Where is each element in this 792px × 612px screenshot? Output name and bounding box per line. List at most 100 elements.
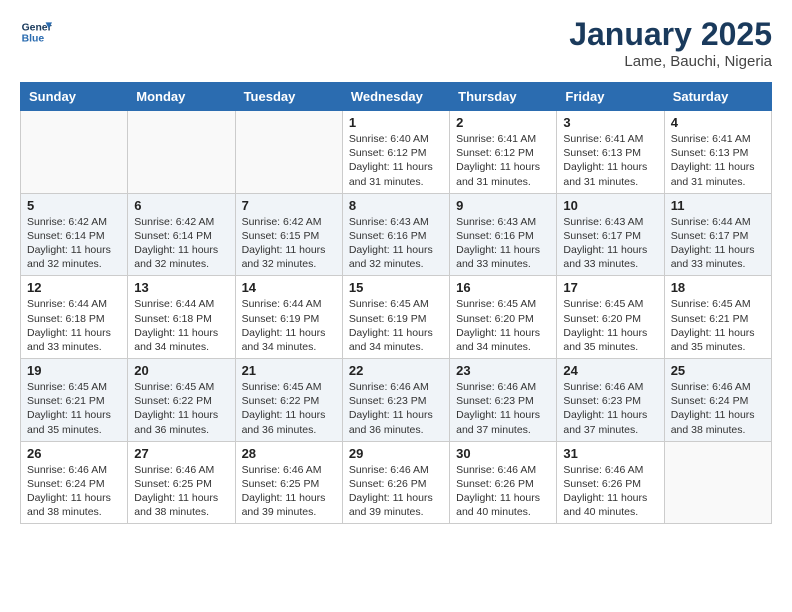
calendar-cell: 15 Sunrise: 6:45 AM Sunset: 6:19 PM Dayli… (342, 276, 449, 359)
day-number: 23 (456, 363, 550, 378)
day-number: 31 (563, 446, 657, 461)
day-info: Sunrise: 6:44 AM Sunset: 6:18 PM Dayligh… (27, 297, 121, 354)
header: General Blue January 2025 Lame, Bauchi, … (20, 16, 772, 70)
day-number: 10 (563, 198, 657, 213)
day-info: Sunrise: 6:45 AM Sunset: 6:22 PM Dayligh… (242, 380, 336, 437)
calendar-cell: 14Sunrise: 6:44 AM Sunset: 6:19 PM Dayli… (235, 276, 342, 359)
day-number: 3 (563, 115, 657, 130)
calendar-cell: 8 Sunrise: 6:43 AM Sunset: 6:16 PM Daylig… (342, 193, 449, 276)
day-number: 17 (563, 280, 657, 295)
calendar-cell: 25 Sunrise: 6:46 AM Sunset: 6:24 PM Dayli… (664, 359, 771, 442)
day-number: 15 (349, 280, 443, 295)
day-info: Sunrise: 6:45 AM Sunset: 6:20 PM Dayligh… (563, 297, 657, 354)
day-number: 7 (242, 198, 336, 213)
day-number: 6 (134, 198, 228, 213)
day-info: Sunrise: 6:41 AM Sunset: 6:13 PM Dayligh… (671, 132, 765, 189)
header-row: Sunday Monday Tuesday Wednesday Thursday… (21, 83, 772, 111)
day-number: 18 (671, 280, 765, 295)
day-number: 9 (456, 198, 550, 213)
day-info: Sunrise: 6:45 AM Sunset: 6:20 PM Dayligh… (456, 297, 550, 354)
svg-text:Blue: Blue (22, 34, 45, 45)
calendar-cell: 27 Sunrise: 6:46 AM Sunset: 6:25 PM Dayli… (128, 441, 235, 524)
title-area: January 2025 Lame, Bauchi, Nigeria (569, 16, 772, 70)
calendar-cell: 7Sunrise: 6:42 AM Sunset: 6:15 PM Daylig… (235, 193, 342, 276)
day-number: 11 (671, 198, 765, 213)
day-info: Sunrise: 6:46 AM Sunset: 6:24 PM Dayligh… (671, 380, 765, 437)
day-number: 14 (242, 280, 336, 295)
calendar-cell: 18Sunrise: 6:45 AM Sunset: 6:21 PM Dayli… (664, 276, 771, 359)
day-info: Sunrise: 6:46 AM Sunset: 6:23 PM Dayligh… (349, 380, 443, 437)
col-friday: Friday (557, 83, 664, 111)
calendar-cell (21, 111, 128, 194)
col-monday: Monday (128, 83, 235, 111)
col-thursday: Thursday (450, 83, 557, 111)
calendar-cell: 29Sunrise: 6:46 AM Sunset: 6:26 PM Dayli… (342, 441, 449, 524)
calendar-week-1: 5 Sunrise: 6:42 AM Sunset: 6:14 PM Daylig… (21, 193, 772, 276)
calendar-cell (128, 111, 235, 194)
logo: General Blue (20, 16, 52, 48)
day-info: Sunrise: 6:46 AM Sunset: 6:26 PM Dayligh… (349, 463, 443, 520)
day-number: 20 (134, 363, 228, 378)
page: General Blue January 2025 Lame, Bauchi, … (0, 0, 792, 612)
calendar: Sunday Monday Tuesday Wednesday Thursday… (20, 82, 772, 524)
day-number: 4 (671, 115, 765, 130)
day-info: Sunrise: 6:44 AM Sunset: 6:18 PM Dayligh… (134, 297, 228, 354)
day-number: 26 (27, 446, 121, 461)
day-info: Sunrise: 6:42 AM Sunset: 6:14 PM Dayligh… (134, 215, 228, 272)
calendar-cell: 6 Sunrise: 6:42 AM Sunset: 6:14 PM Daylig… (128, 193, 235, 276)
calendar-cell: 12Sunrise: 6:44 AM Sunset: 6:18 PM Dayli… (21, 276, 128, 359)
calendar-cell: 10Sunrise: 6:43 AM Sunset: 6:17 PM Dayli… (557, 193, 664, 276)
calendar-cell: 11 Sunrise: 6:44 AM Sunset: 6:17 PM Dayli… (664, 193, 771, 276)
day-number: 30 (456, 446, 550, 461)
day-number: 19 (27, 363, 121, 378)
day-info: Sunrise: 6:46 AM Sunset: 6:26 PM Dayligh… (563, 463, 657, 520)
day-info: Sunrise: 6:46 AM Sunset: 6:25 PM Dayligh… (242, 463, 336, 520)
day-info: Sunrise: 6:46 AM Sunset: 6:25 PM Dayligh… (134, 463, 228, 520)
day-info: Sunrise: 6:43 AM Sunset: 6:16 PM Dayligh… (349, 215, 443, 272)
day-info: Sunrise: 6:46 AM Sunset: 6:23 PM Dayligh… (456, 380, 550, 437)
col-tuesday: Tuesday (235, 83, 342, 111)
day-info: Sunrise: 6:42 AM Sunset: 6:14 PM Dayligh… (27, 215, 121, 272)
calendar-cell: 3 Sunrise: 6:41 AM Sunset: 6:13 PM Daylig… (557, 111, 664, 194)
day-number: 21 (242, 363, 336, 378)
day-info: Sunrise: 6:40 AM Sunset: 6:12 PM Dayligh… (349, 132, 443, 189)
day-info: Sunrise: 6:46 AM Sunset: 6:23 PM Dayligh… (563, 380, 657, 437)
location: Lame, Bauchi, Nigeria (569, 53, 772, 70)
day-info: Sunrise: 6:45 AM Sunset: 6:21 PM Dayligh… (27, 380, 121, 437)
day-number: 8 (349, 198, 443, 213)
day-info: Sunrise: 6:46 AM Sunset: 6:24 PM Dayligh… (27, 463, 121, 520)
day-number: 2 (456, 115, 550, 130)
day-number: 24 (563, 363, 657, 378)
calendar-cell (664, 441, 771, 524)
day-number: 5 (27, 198, 121, 213)
calendar-cell: 2Sunrise: 6:41 AM Sunset: 6:12 PM Daylig… (450, 111, 557, 194)
calendar-cell: 9 Sunrise: 6:43 AM Sunset: 6:16 PM Daylig… (450, 193, 557, 276)
calendar-cell: 23 Sunrise: 6:46 AM Sunset: 6:23 PM Dayli… (450, 359, 557, 442)
col-saturday: Saturday (664, 83, 771, 111)
day-number: 28 (242, 446, 336, 461)
calendar-cell: 13 Sunrise: 6:44 AM Sunset: 6:18 PM Dayli… (128, 276, 235, 359)
day-info: Sunrise: 6:41 AM Sunset: 6:13 PM Dayligh… (563, 132, 657, 189)
calendar-cell: 22Sunrise: 6:46 AM Sunset: 6:23 PM Dayli… (342, 359, 449, 442)
calendar-cell: 21 Sunrise: 6:45 AM Sunset: 6:22 PM Dayli… (235, 359, 342, 442)
calendar-cell (235, 111, 342, 194)
calendar-cell: 19 Sunrise: 6:45 AM Sunset: 6:21 PM Dayli… (21, 359, 128, 442)
calendar-cell: 20Sunrise: 6:45 AM Sunset: 6:22 PM Dayli… (128, 359, 235, 442)
calendar-cell: 28 Sunrise: 6:46 AM Sunset: 6:25 PM Dayli… (235, 441, 342, 524)
day-info: Sunrise: 6:45 AM Sunset: 6:19 PM Dayligh… (349, 297, 443, 354)
day-info: Sunrise: 6:44 AM Sunset: 6:17 PM Dayligh… (671, 215, 765, 272)
calendar-cell: 30 Sunrise: 6:46 AM Sunset: 6:26 PM Dayli… (450, 441, 557, 524)
calendar-week-0: 1 Sunrise: 6:40 AM Sunset: 6:12 PM Daylig… (21, 111, 772, 194)
day-number: 1 (349, 115, 443, 130)
calendar-cell: 26 Sunrise: 6:46 AM Sunset: 6:24 PM Dayli… (21, 441, 128, 524)
calendar-cell: 31 Sunrise: 6:46 AM Sunset: 6:26 PM Dayli… (557, 441, 664, 524)
day-number: 13 (134, 280, 228, 295)
day-info: Sunrise: 6:46 AM Sunset: 6:26 PM Dayligh… (456, 463, 550, 520)
col-wednesday: Wednesday (342, 83, 449, 111)
day-info: Sunrise: 6:43 AM Sunset: 6:16 PM Dayligh… (456, 215, 550, 272)
calendar-cell: 4 Sunrise: 6:41 AM Sunset: 6:13 PM Daylig… (664, 111, 771, 194)
calendar-cell: 16Sunrise: 6:45 AM Sunset: 6:20 PM Dayli… (450, 276, 557, 359)
calendar-week-4: 26 Sunrise: 6:46 AM Sunset: 6:24 PM Dayli… (21, 441, 772, 524)
day-number: 25 (671, 363, 765, 378)
day-number: 27 (134, 446, 228, 461)
